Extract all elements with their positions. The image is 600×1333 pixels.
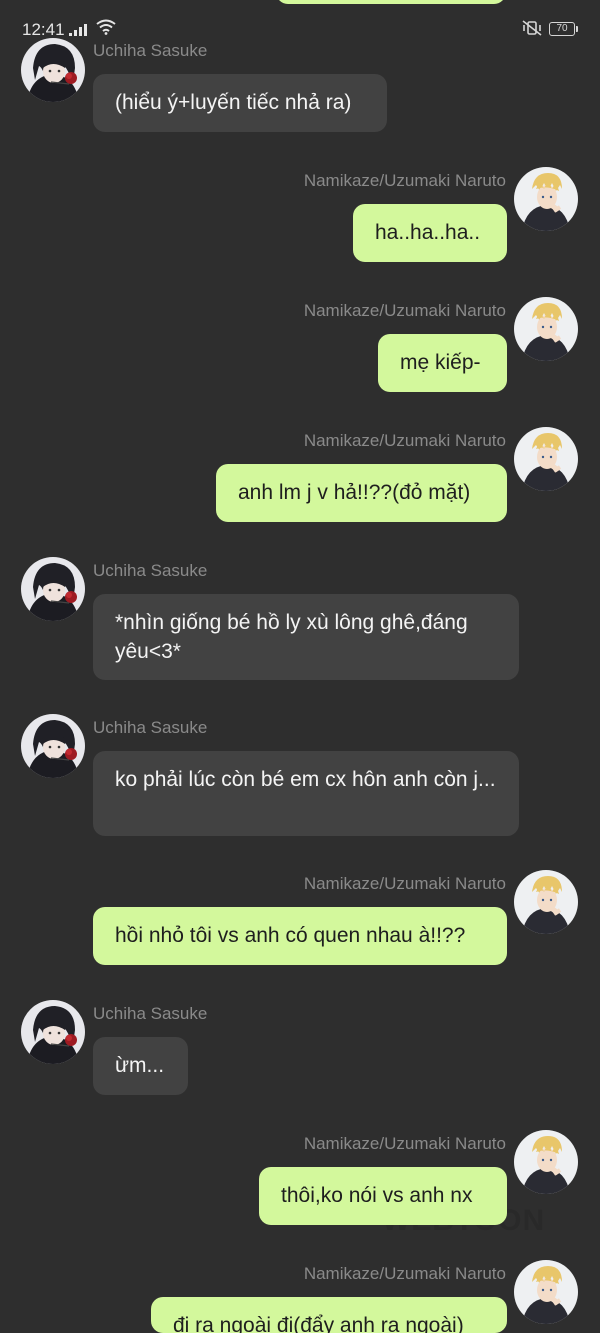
- message-bubble[interactable]: ừm...: [93, 1037, 188, 1095]
- status-bar: 12:41 70: [0, 0, 600, 56]
- message-bubble[interactable]: *nhìn giống bé hồ ly xù lông ghê,đáng yê…: [93, 594, 519, 680]
- sender-name: Namikaze/Uzumaki Naruto: [303, 874, 506, 893]
- sender-name: Namikaze/Uzumaki Naruto: [303, 1134, 506, 1153]
- message-bubble[interactable]: hồi nhỏ tôi vs anh có quen nhau à!!??: [93, 907, 507, 965]
- message-bubble[interactable]: mẹ kiếp-: [378, 334, 507, 392]
- vibrate-mute-icon: [522, 20, 542, 41]
- naruto-avatar[interactable]: [514, 427, 578, 491]
- sender-name: Namikaze/Uzumaki Naruto: [303, 171, 506, 190]
- sasuke-avatar[interactable]: [21, 557, 85, 621]
- sender-name: Uchiha Sasuke: [93, 718, 208, 737]
- naruto-avatar[interactable]: [514, 297, 578, 361]
- previous-message-bubble: [276, 0, 506, 4]
- naruto-avatar[interactable]: [514, 1260, 578, 1324]
- sasuke-avatar[interactable]: [21, 1000, 85, 1064]
- sasuke-avatar[interactable]: [21, 38, 85, 102]
- sender-name: Namikaze/Uzumaki Naruto: [303, 301, 506, 320]
- sender-name: Uchiha Sasuke: [93, 1004, 208, 1023]
- naruto-avatar[interactable]: [514, 167, 578, 231]
- message-bubble[interactable]: ha..ha..ha..: [353, 204, 507, 262]
- sender-name: Namikaze/Uzumaki Naruto: [303, 431, 506, 450]
- signal-icon: [69, 23, 91, 41]
- message-bubble[interactable]: ko phải lúc còn bé em cx hôn anh còn j..…: [93, 751, 519, 836]
- message-bubble[interactable]: (hiểu ý+luyến tiếc nhả ra): [93, 74, 387, 132]
- wifi-icon: [96, 19, 116, 40]
- naruto-avatar[interactable]: [514, 1130, 578, 1194]
- message-bubble[interactable]: thôi,ko nói vs anh nx: [259, 1167, 507, 1225]
- message-bubble[interactable]: đi ra ngoài đi(đẩy anh ra ngoài): [151, 1297, 507, 1333]
- sender-name: Uchiha Sasuke: [93, 41, 208, 60]
- message-bubble[interactable]: anh lm j v hả!!??(đỏ mặt): [216, 464, 507, 522]
- naruto-avatar[interactable]: [514, 870, 578, 934]
- battery-icon: 70: [549, 22, 578, 36]
- sender-name: Uchiha Sasuke: [93, 561, 208, 580]
- sasuke-avatar[interactable]: [21, 714, 85, 778]
- status-time: 12:41: [22, 20, 65, 39]
- sender-name: Namikaze/Uzumaki Naruto: [303, 1264, 506, 1283]
